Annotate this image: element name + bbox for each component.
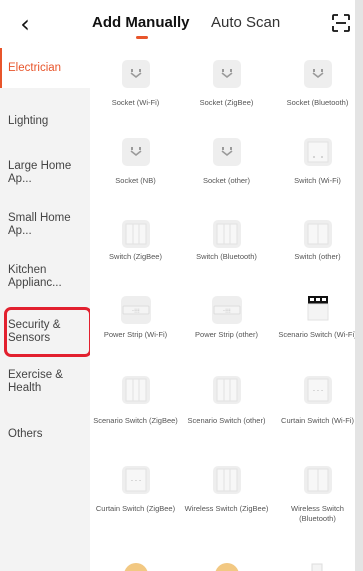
svg-text:⋅⁝⁝⁝: ⋅⁝⁝⁝	[132, 308, 140, 315]
device-scenario-switch-zigbee[interactable]: Scenario Switch (ZigBee)	[90, 374, 181, 454]
device-switch-zigbee[interactable]: Switch (ZigBee)	[90, 218, 181, 290]
switch-icon	[303, 138, 332, 166]
device-power-strip-wifi[interactable]: ⋅⁝⁝⁝ Power Strip (Wi-Fi)	[90, 294, 181, 366]
device-grid: Socket (Wi-Fi) Socket (ZigBee) Socket (B…	[90, 48, 363, 571]
device-label: Socket (NB)	[115, 176, 156, 185]
active-category-bar	[0, 48, 2, 88]
device-scenario-switch-wifi[interactable]: Scenario Switch (Wi-Fi)	[272, 294, 363, 366]
device-label: Wireless Switch (ZigBee)	[184, 504, 269, 513]
device-label: Socket (ZigBee)	[199, 98, 254, 107]
curtain-switch-icon: - - -	[121, 466, 150, 494]
sidebar-item-label: Large Home Ap...	[8, 160, 72, 185]
sidebar-item-kitchen-appliances[interactable]: Kitchen Applianc...	[0, 254, 90, 300]
device-power-strip-other[interactable]: ⋅⁝⁝⁝ Power Strip (other)	[181, 294, 272, 366]
tab-add-manually[interactable]: Add Manually	[92, 14, 190, 32]
device-label: Curtain Switch (Wi-Fi)	[281, 416, 354, 425]
device-label: Socket (Wi-Fi)	[111, 98, 160, 107]
device-wireless-switch-bluetooth[interactable]: Wireless Switch (Bluetooth)	[272, 464, 363, 544]
device-label: Switch (Bluetooth)	[196, 252, 257, 261]
sidebar-item-others[interactable]: Others	[0, 418, 90, 458]
power-strip-icon: ⋅⁝⁝⁝	[120, 296, 151, 324]
highlight-annotation	[4, 307, 92, 357]
device-socket-bluetooth[interactable]: Socket (Bluetooth)	[272, 48, 363, 120]
chevron-left-icon: ‹	[20, 10, 30, 38]
socket-icon	[121, 138, 150, 166]
sidebar-item-label: Lighting	[8, 115, 49, 127]
device-label: Scenario Switch (other)	[187, 416, 266, 425]
switch-icon	[303, 220, 332, 248]
wireless-switch-icon	[303, 466, 332, 494]
device-switch-bluetooth[interactable]: Switch (Bluetooth)	[181, 218, 272, 290]
device-wireless-switch-zigbee[interactable]: Wireless Switch (ZigBee)	[181, 464, 272, 544]
device-socket-wifi[interactable]: Socket (Wi-Fi)	[90, 48, 181, 120]
sidebar-item-label: Exercise & Health	[8, 369, 63, 394]
sidebar-item-large-home-appliances[interactable]: Large Home Ap...	[0, 148, 90, 194]
device-socket-other[interactable]: Socket (other)	[181, 136, 272, 208]
switch-icon	[121, 220, 150, 248]
svg-text:- - -: - - -	[130, 477, 140, 484]
device-socket-zigbee[interactable]: Socket (ZigBee)	[181, 48, 272, 120]
sidebar-item-small-home-appliances[interactable]: Small Home Ap...	[0, 200, 90, 246]
device-label: Power Strip (Wi-Fi)	[103, 330, 168, 339]
device-curtain-switch-wifi[interactable]: - - - Curtain Switch (Wi-Fi)	[272, 374, 363, 454]
sensor-icon	[311, 563, 323, 571]
device-switch-wifi[interactable]: Switch (Wi-Fi)	[272, 136, 363, 208]
scenario-switch-icon	[121, 376, 150, 404]
device-label: Scenario Switch (Wi-Fi)	[278, 330, 357, 339]
scenario-switch-icon	[303, 294, 332, 322]
scan-qr-icon	[332, 14, 350, 32]
device-label: Switch (ZigBee)	[109, 252, 162, 261]
socket-icon	[212, 138, 241, 166]
sidebar-item-exercise-health[interactable]: Exercise & Health	[0, 362, 90, 408]
scroll-edge	[355, 0, 363, 571]
tab-auto-scan[interactable]: Auto Scan	[211, 14, 280, 32]
sidebar-item-electrician[interactable]: Electrician	[0, 48, 90, 88]
bulb-icon	[124, 563, 148, 571]
top-bar: ‹ Add Manually Auto Scan	[0, 0, 363, 48]
device-scenario-switch-other[interactable]: Scenario Switch (other)	[181, 374, 272, 454]
device-label: Wireless Switch (Bluetooth)	[291, 504, 344, 523]
device-label: Socket (Bluetooth)	[286, 98, 349, 107]
device-label: Switch (other)	[294, 252, 341, 261]
scenario-switch-icon	[212, 376, 241, 404]
sidebar-item-label: Electrician	[8, 62, 62, 74]
switch-icon	[212, 220, 241, 248]
wireless-switch-icon	[212, 466, 241, 494]
power-strip-icon: ⋅⁝⁝⁝	[211, 296, 242, 324]
device-curtain-switch-zigbee[interactable]: - - - Curtain Switch (ZigBee)	[90, 464, 181, 544]
svg-text:- - -: - - -	[312, 387, 322, 394]
device-label: Switch (Wi-Fi)	[294, 176, 341, 185]
sidebar-item-label: Small Home Ap...	[8, 212, 71, 237]
device-partial-lamp-2[interactable]	[181, 554, 272, 571]
device-switch-other[interactable]: Switch (other)	[272, 218, 363, 290]
sidebar-item-label: Kitchen Applianc...	[8, 264, 62, 289]
device-label: Scenario Switch (ZigBee)	[93, 416, 178, 425]
sidebar-item-label: Others	[8, 428, 43, 440]
curtain-switch-icon: - - -	[303, 376, 332, 404]
socket-icon	[303, 60, 332, 88]
device-label: Power Strip (other)	[195, 330, 258, 339]
device-label: Socket (other)	[202, 176, 251, 185]
device-socket-nb[interactable]: Socket (NB)	[90, 136, 181, 208]
device-label: Curtain Switch (ZigBee)	[95, 504, 176, 513]
device-partial-lamp[interactable]	[90, 554, 181, 571]
socket-icon	[121, 60, 150, 88]
scan-button[interactable]	[331, 13, 351, 33]
socket-icon	[212, 60, 241, 88]
bulb-icon	[215, 563, 239, 571]
sidebar-item-lighting[interactable]: Lighting	[0, 102, 90, 142]
device-partial-sensor[interactable]	[272, 554, 363, 571]
active-tab-indicator	[136, 36, 148, 39]
svg-text:⋅⁝⁝⁝: ⋅⁝⁝⁝	[223, 308, 231, 315]
back-button[interactable]: ‹	[14, 10, 36, 38]
